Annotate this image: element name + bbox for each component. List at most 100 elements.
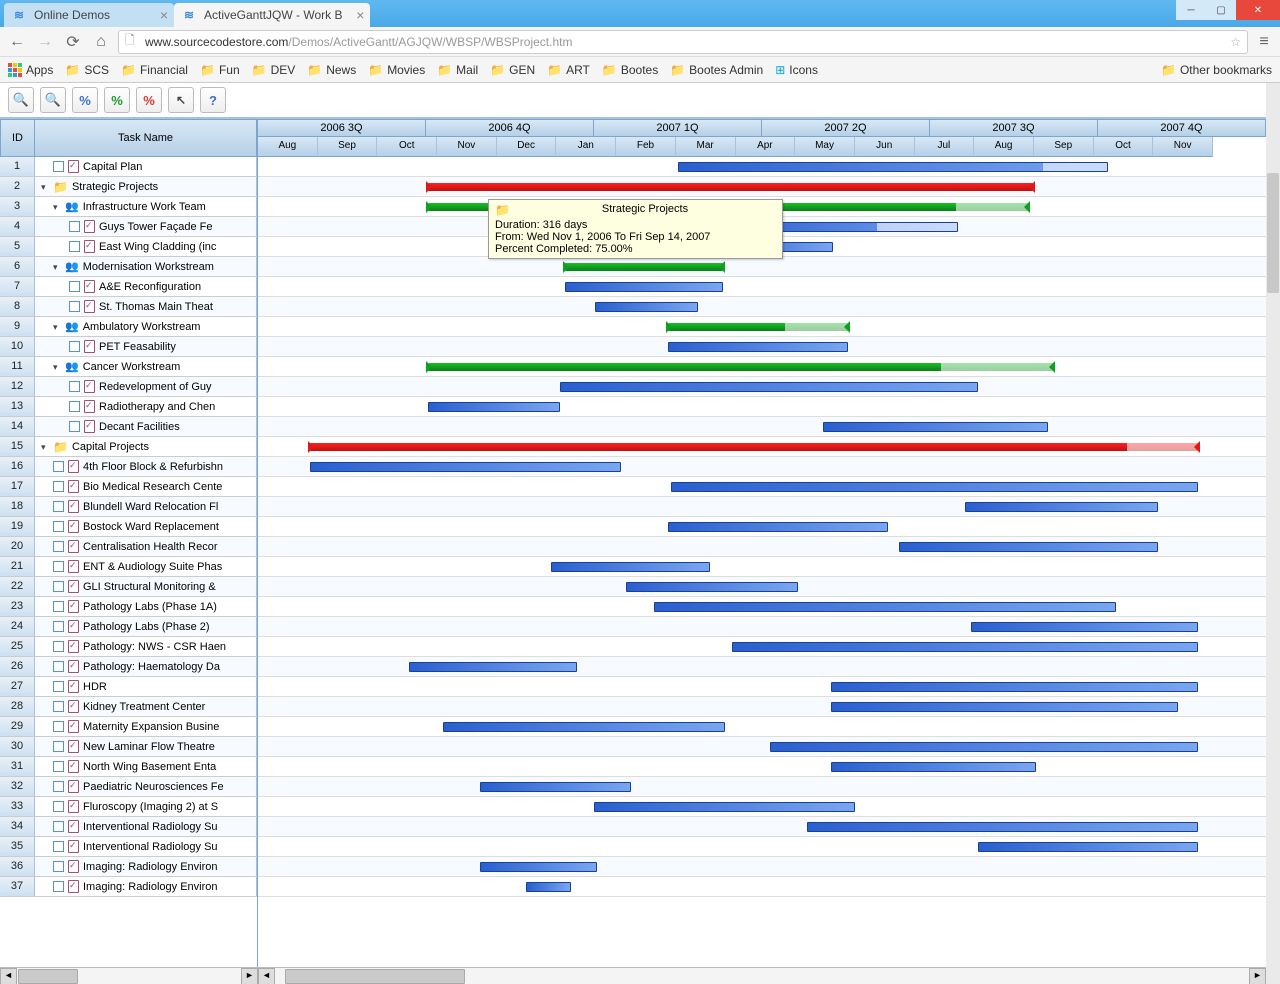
- chart-row[interactable]: [258, 397, 1266, 417]
- task-row[interactable]: 19 Bostock Ward Replacement: [0, 517, 257, 537]
- task-checkbox[interactable]: [69, 421, 80, 432]
- task-name-cell[interactable]: Redevelopment of Guy: [35, 377, 257, 396]
- task-checkbox[interactable]: [53, 881, 64, 892]
- gantt-bar[interactable]: [595, 302, 698, 312]
- gantt-bar[interactable]: [409, 662, 577, 672]
- task-row[interactable]: 30 New Laminar Flow Theatre: [0, 737, 257, 757]
- task-checkbox[interactable]: [53, 461, 64, 472]
- chart-row[interactable]: [258, 317, 1266, 337]
- task-checkbox[interactable]: [53, 481, 64, 492]
- task-name-cell[interactable]: Bostock Ward Replacement: [35, 517, 257, 536]
- task-checkbox[interactable]: [53, 701, 64, 712]
- gantt-bar[interactable]: [965, 502, 1158, 512]
- task-name-cell[interactable]: Pathology Labs (Phase 2): [35, 617, 257, 636]
- task-name-cell[interactable]: A&E Reconfiguration: [35, 277, 257, 296]
- bookmark-star-icon[interactable]: ☆: [1230, 35, 1241, 49]
- task-row[interactable]: 13 Radiotherapy and Chen: [0, 397, 257, 417]
- chart-row[interactable]: [258, 877, 1266, 897]
- gantt-bar[interactable]: [626, 582, 798, 592]
- nav-reload[interactable]: ⟳: [62, 31, 84, 53]
- task-checkbox[interactable]: [53, 161, 64, 172]
- task-checkbox[interactable]: [53, 661, 64, 672]
- chart-row[interactable]: [258, 717, 1266, 737]
- collapse-icon[interactable]: ▾: [41, 442, 51, 452]
- task-name-cell[interactable]: North Wing Basement Enta: [35, 757, 257, 776]
- task-name-cell[interactable]: ▾📁Strategic Projects: [35, 177, 257, 196]
- bookmark-item[interactable]: 📁Bootes: [602, 63, 658, 77]
- task-row[interactable]: 28 Kidney Treatment Center: [0, 697, 257, 717]
- other-bookmarks[interactable]: 📁 Other bookmarks: [1161, 63, 1272, 77]
- chart-row[interactable]: [258, 637, 1266, 657]
- task-row[interactable]: 22 GLI Structural Monitoring &: [0, 577, 257, 597]
- address-bar[interactable]: 🗋 www.sourcecodestore.com/Demos/ActiveGa…: [118, 30, 1248, 54]
- task-row[interactable]: 7 A&E Reconfiguration: [0, 277, 257, 297]
- task-checkbox[interactable]: [53, 841, 64, 852]
- task-row[interactable]: 11 ▾👥Cancer Workstream: [0, 357, 257, 377]
- bookmark-item[interactable]: 📁News: [307, 63, 356, 77]
- gantt-bar[interactable]: [668, 323, 848, 331]
- task-row[interactable]: 29 Maternity Expansion Busine: [0, 717, 257, 737]
- task-row[interactable]: 20 Centralisation Health Recor: [0, 537, 257, 557]
- collapse-icon[interactable]: ▾: [53, 362, 63, 372]
- chart-row[interactable]: [258, 777, 1266, 797]
- task-row[interactable]: 15 ▾📁Capital Projects: [0, 437, 257, 457]
- task-checkbox[interactable]: [53, 561, 64, 572]
- gantt-bar[interactable]: [978, 842, 1198, 852]
- task-row[interactable]: 6 ▾👥Modernisation Workstream: [0, 257, 257, 277]
- task-row[interactable]: 8 St. Thomas Main Theat: [0, 297, 257, 317]
- task-checkbox[interactable]: [53, 821, 64, 832]
- collapse-icon[interactable]: ▾: [53, 322, 63, 332]
- collapse-icon[interactable]: ▾: [41, 182, 51, 192]
- apps-button[interactable]: Apps: [8, 63, 53, 77]
- gantt-bar[interactable]: [526, 882, 571, 892]
- task-name-cell[interactable]: Radiotherapy and Chen: [35, 397, 257, 416]
- window-minimize[interactable]: ─: [1176, 0, 1206, 20]
- task-row[interactable]: 5 East Wing Cladding (inc: [0, 237, 257, 257]
- chart-row[interactable]: [258, 157, 1266, 177]
- task-checkbox[interactable]: [53, 681, 64, 692]
- collapse-icon[interactable]: ▾: [53, 262, 63, 272]
- gantt-bar[interactable]: [594, 802, 855, 812]
- chart-row[interactable]: [258, 417, 1266, 437]
- task-checkbox[interactable]: [69, 241, 80, 252]
- task-name-cell[interactable]: Maternity Expansion Busine: [35, 717, 257, 736]
- left-scroll-thumb[interactable]: [18, 969, 78, 984]
- chart-row[interactable]: [258, 277, 1266, 297]
- task-name-cell[interactable]: Kidney Treatment Center: [35, 697, 257, 716]
- bookmark-item[interactable]: 📁ART: [547, 63, 590, 77]
- chart-scroll-left[interactable]: ◄: [258, 968, 275, 984]
- task-row[interactable]: 35 Interventional Radiology Su: [0, 837, 257, 857]
- chart-scroll-thumb[interactable]: [285, 969, 465, 984]
- chart-scroll-right[interactable]: ►: [1249, 968, 1266, 984]
- task-checkbox[interactable]: [53, 541, 64, 552]
- task-row[interactable]: 34 Interventional Radiology Su: [0, 817, 257, 837]
- column-id-header[interactable]: ID: [0, 119, 35, 157]
- chart-row[interactable]: [258, 257, 1266, 277]
- bookmark-item[interactable]: 📁Bootes Admin: [670, 63, 763, 77]
- window-close[interactable]: ✕: [1236, 0, 1280, 20]
- gantt-bar[interactable]: [310, 462, 621, 472]
- gantt-bar[interactable]: [668, 342, 848, 352]
- bookmark-item[interactable]: 📁DEV: [252, 63, 296, 77]
- task-checkbox[interactable]: [53, 501, 64, 512]
- task-name-cell[interactable]: Decant Facilities: [35, 417, 257, 436]
- task-name-cell[interactable]: Guys Tower Façade Fe: [35, 217, 257, 236]
- zoom-out-button[interactable]: 🔍: [40, 87, 66, 113]
- task-row[interactable]: 21 ENT & Audiology Suite Phas: [0, 557, 257, 577]
- task-checkbox[interactable]: [53, 641, 64, 652]
- task-name-cell[interactable]: Interventional Radiology Su: [35, 817, 257, 836]
- gantt-bar[interactable]: [551, 562, 710, 572]
- chart-row[interactable]: [258, 857, 1266, 877]
- tab-close-icon[interactable]: ×: [356, 7, 364, 23]
- task-row[interactable]: 4 Guys Tower Façade Fe: [0, 217, 257, 237]
- chart-row[interactable]: [258, 617, 1266, 637]
- gantt-bar[interactable]: [823, 422, 1048, 432]
- gantt-bar[interactable]: [428, 363, 1053, 371]
- task-name-cell[interactable]: East Wing Cladding (inc: [35, 237, 257, 256]
- gantt-bar[interactable]: [831, 702, 1178, 712]
- gantt-bar[interactable]: [480, 782, 631, 792]
- task-row[interactable]: 3 ▾👥Infrastructure Work Team: [0, 197, 257, 217]
- bookmark-item[interactable]: ⊞Icons: [775, 63, 818, 77]
- task-checkbox[interactable]: [53, 781, 64, 792]
- chart-row[interactable]: [258, 697, 1266, 717]
